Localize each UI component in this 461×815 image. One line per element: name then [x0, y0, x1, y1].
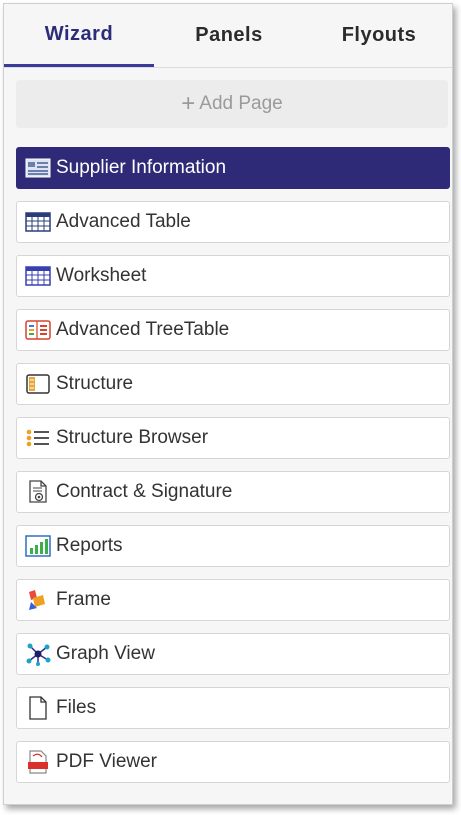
list-item-files[interactable]: Files [16, 687, 450, 729]
list-item-advanced-table[interactable]: Advanced Table [16, 201, 450, 243]
file-icon [25, 695, 51, 721]
tab-panels[interactable]: Panels [154, 4, 304, 67]
item-label: Advanced TreeTable [56, 319, 230, 340]
info-card-icon [25, 155, 51, 181]
item-label: Frame [56, 589, 111, 610]
item-label: Structure Browser [56, 427, 209, 448]
plus-icon: + [181, 90, 196, 117]
tab-flyouts[interactable]: Flyouts [304, 4, 454, 67]
item-label: Advanced Table [56, 211, 191, 232]
tab-divider [4, 67, 452, 68]
structure-icon [25, 371, 51, 397]
item-label: Supplier Information [56, 157, 227, 178]
list-item-reports[interactable]: Reports [16, 525, 450, 567]
list-item-supplier-information[interactable]: Supplier Information [16, 147, 450, 189]
item-label: PDF Viewer [56, 751, 158, 772]
table-icon [25, 209, 51, 235]
list-item-advanced-treetable[interactable]: Advanced TreeTable [16, 309, 450, 351]
bar-chart-icon [25, 533, 51, 559]
tree-table-icon [25, 317, 51, 343]
tab-wizard[interactable]: Wizard [4, 4, 154, 67]
list-bullets-icon [25, 425, 51, 451]
wizard-panel: Wizard Panels Flyouts + Add Page Supplie… [3, 3, 453, 805]
tab-bar: Wizard Panels Flyouts [4, 4, 452, 67]
add-page-button[interactable]: + Add Page [16, 80, 448, 128]
list-item-pdf-viewer[interactable]: PDF Viewer [16, 741, 450, 783]
pdf-icon [25, 749, 51, 775]
worksheet-grid-icon [25, 263, 51, 289]
item-label: Structure [56, 373, 134, 394]
item-label: Worksheet [56, 265, 147, 286]
item-label: Files [56, 697, 97, 718]
item-label: Contract & Signature [56, 481, 233, 502]
list-item-contract-signature[interactable]: Contract & Signature [16, 471, 450, 513]
list-item-worksheet[interactable]: Worksheet [16, 255, 450, 297]
add-page-label: Add Page [199, 93, 283, 114]
graph-network-icon [25, 641, 51, 667]
list-item-structure[interactable]: Structure [16, 363, 450, 405]
frame-icon [25, 587, 51, 613]
item-label: Graph View [56, 643, 155, 664]
item-label: Reports [56, 535, 123, 556]
list-item-graph-view[interactable]: Graph View [16, 633, 450, 675]
contract-document-icon [25, 479, 51, 505]
list-item-frame[interactable]: Frame [16, 579, 450, 621]
list-item-structure-browser[interactable]: Structure Browser [16, 417, 450, 459]
